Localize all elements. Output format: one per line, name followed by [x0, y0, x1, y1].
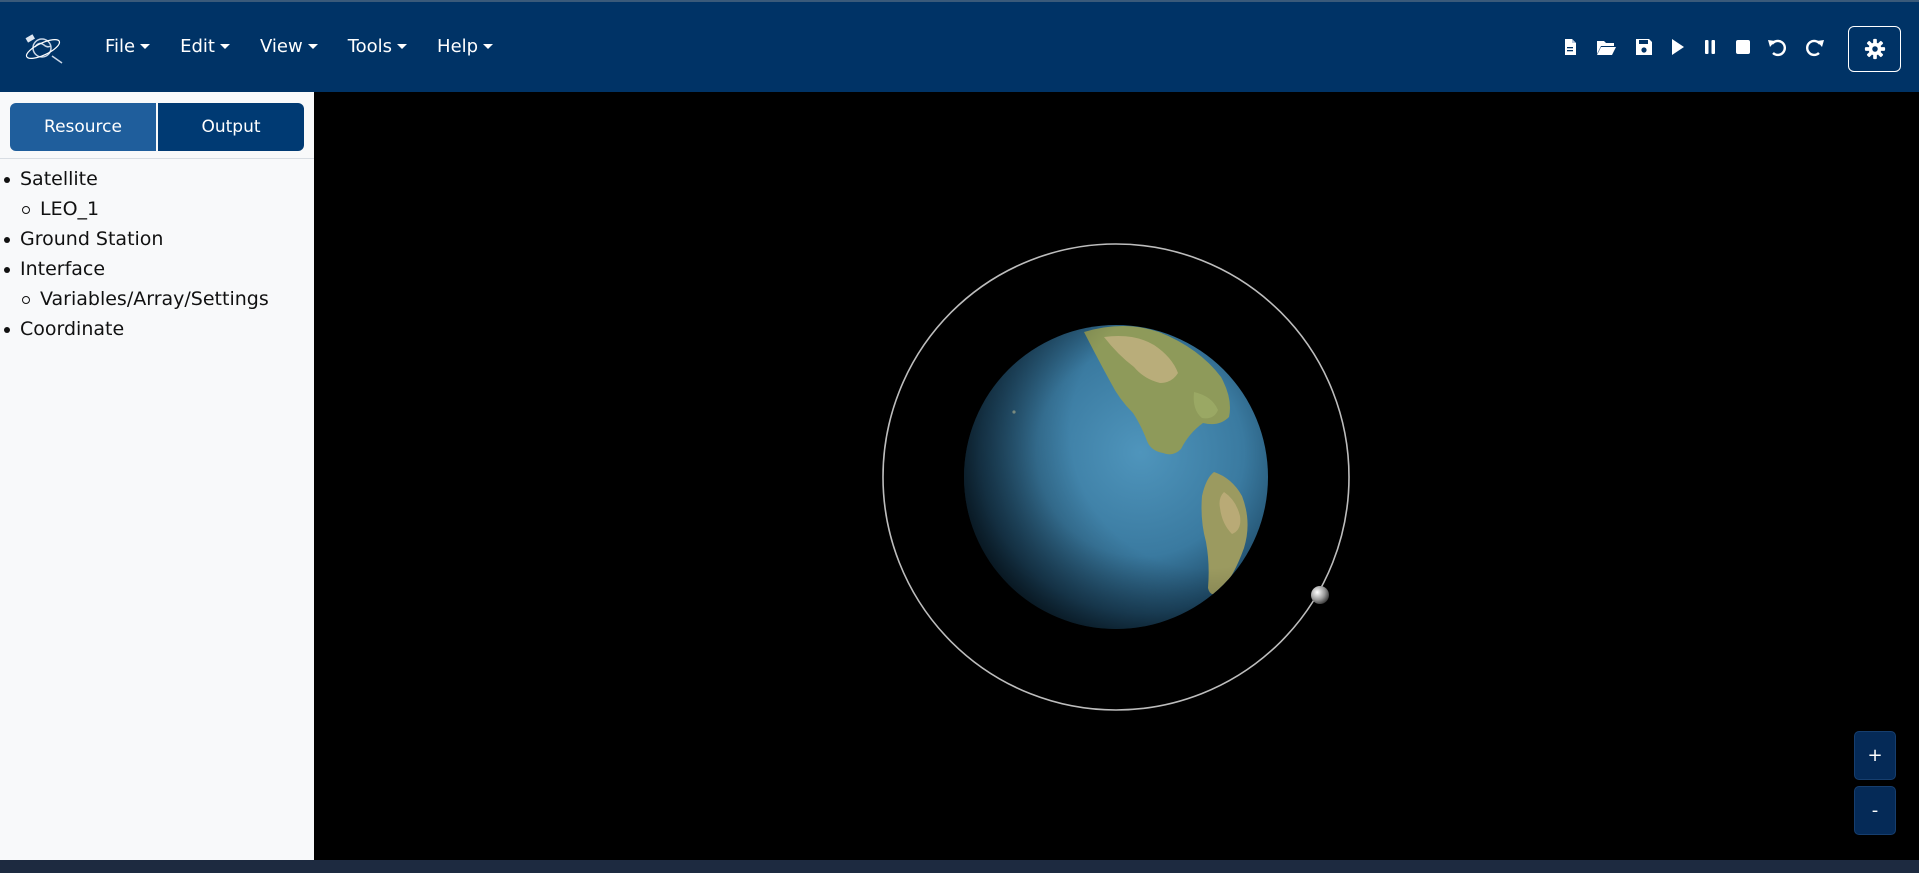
tree-item-ground-station[interactable]: Ground Station	[0, 224, 314, 254]
menu-tools[interactable]: Tools	[348, 36, 408, 57]
new-file-icon[interactable]	[1559, 36, 1581, 58]
undo-icon[interactable]	[1766, 36, 1788, 58]
tree-item-interface[interactable]: Interface	[0, 254, 314, 284]
zoom-in-button[interactable]: +	[1854, 731, 1896, 780]
save-icon[interactable]	[1633, 36, 1655, 58]
status-bar	[0, 860, 1919, 873]
bullet-icon	[4, 237, 10, 243]
top-navbar: File Edit View Tools Help	[0, 2, 1919, 92]
bullet-icon	[4, 177, 10, 183]
earth-scene[interactable]	[314, 92, 1919, 860]
chevron-down-icon	[307, 44, 318, 49]
redo-icon[interactable]	[1804, 36, 1826, 58]
chevron-down-icon	[483, 44, 494, 49]
menu-file[interactable]: File	[105, 36, 151, 57]
bullet-icon	[22, 296, 30, 304]
tab-resource[interactable]: Resource	[10, 103, 156, 151]
tree-item-label: Variables/Array/Settings	[40, 288, 269, 310]
tree-item-label: Ground Station	[20, 228, 164, 250]
main-menu: File Edit View Tools Help	[105, 36, 523, 57]
app-logo-icon[interactable]	[22, 30, 64, 66]
tab-output[interactable]: Output	[158, 103, 304, 151]
tree-item-label: Satellite	[20, 168, 98, 190]
zoom-out-button[interactable]: -	[1854, 786, 1896, 835]
menu-edit[interactable]: Edit	[180, 36, 230, 57]
bullet-icon	[22, 206, 30, 214]
earth-globe[interactable]	[964, 325, 1268, 629]
3d-viewport[interactable]	[314, 92, 1919, 860]
resource-sidebar: Resource Output Satellite LEO_1 Ground S…	[0, 92, 314, 860]
tab-divider	[0, 158, 314, 159]
tree-item-label: LEO_1	[40, 198, 100, 220]
pause-icon[interactable]	[1699, 36, 1721, 58]
tree-item-leo-1[interactable]: LEO_1	[0, 194, 314, 224]
play-icon[interactable]	[1666, 36, 1688, 58]
sidebar-tabs: Resource Output	[10, 103, 304, 151]
resource-tree: Satellite LEO_1 Ground Station Interface…	[0, 164, 314, 344]
settings-button[interactable]	[1848, 26, 1901, 72]
tree-item-label: Interface	[20, 258, 106, 280]
chevron-down-icon	[219, 44, 230, 49]
tree-item-label: Coordinate	[20, 318, 125, 340]
stop-icon[interactable]	[1732, 36, 1754, 58]
satellite-leo-1[interactable]	[1311, 586, 1329, 604]
menu-help[interactable]: Help	[437, 36, 494, 57]
open-folder-icon[interactable]	[1595, 36, 1617, 58]
chevron-down-icon	[397, 44, 408, 49]
bullet-icon	[4, 267, 10, 273]
tree-item-variables[interactable]: Variables/Array/Settings	[0, 284, 314, 314]
tree-item-coordinate[interactable]: Coordinate	[0, 314, 314, 344]
gear-icon	[1864, 38, 1885, 60]
bullet-icon	[4, 327, 10, 333]
tree-item-satellite[interactable]: Satellite	[0, 164, 314, 194]
chevron-down-icon	[140, 44, 151, 49]
menu-view[interactable]: View	[260, 36, 318, 57]
